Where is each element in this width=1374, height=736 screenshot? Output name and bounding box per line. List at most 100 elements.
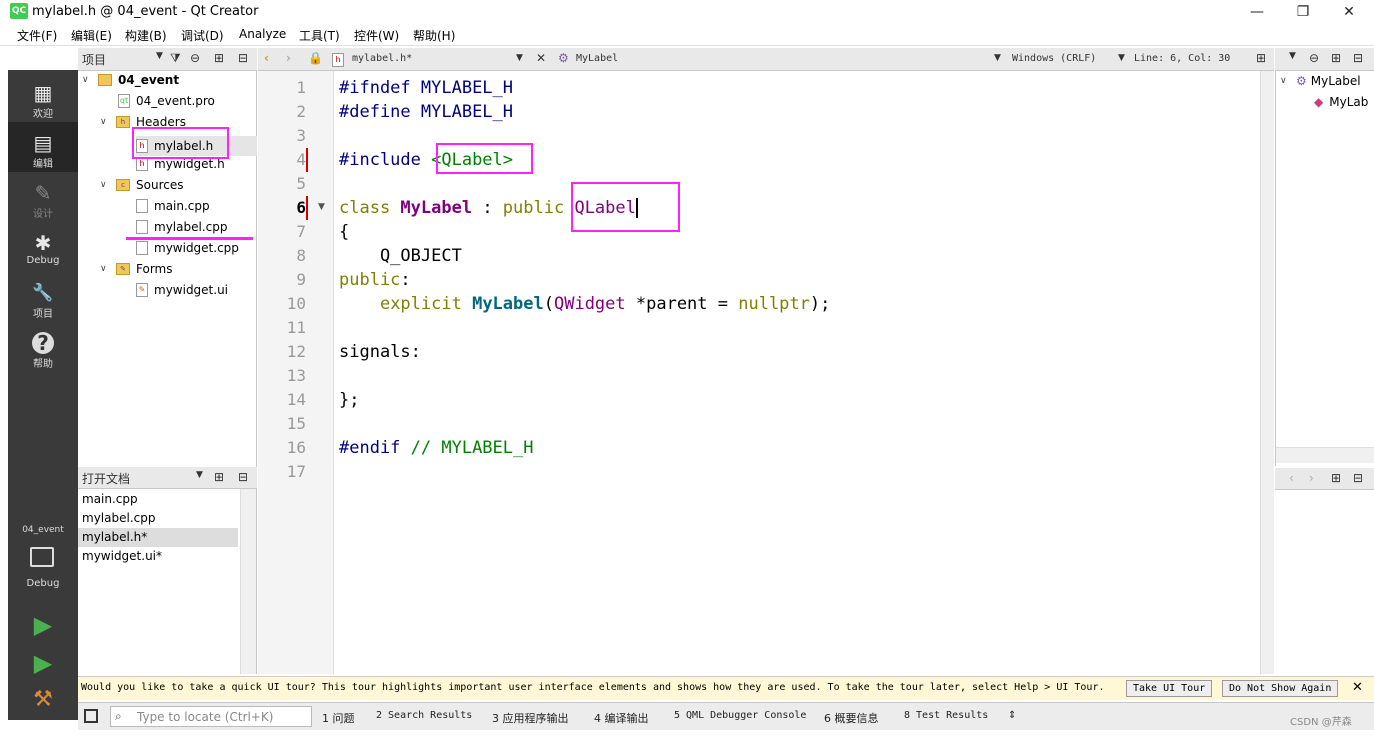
monitor-icon[interactable] — [30, 547, 54, 567]
split-icon[interactable]: ⊞ — [214, 470, 224, 484]
cursor-position[interactable]: Line: 6, Col: 30 — [1134, 53, 1230, 64]
run-icon[interactable]: ▶ — [28, 610, 58, 640]
split-icon[interactable]: ⊞ — [1331, 471, 1341, 485]
project-panel-title[interactable]: 项目 — [82, 51, 106, 68]
list-item[interactable]: mylabel.h* — [78, 528, 238, 547]
dropdown-arrow-icon[interactable]: ▼ — [1289, 51, 1296, 61]
close-panel-icon[interactable]: ⊟ — [238, 51, 248, 65]
current-file-label[interactable]: mylabel.h* — [352, 53, 412, 64]
sidebar-toggle-icon[interactable] — [84, 709, 98, 723]
maximize-button[interactable]: ❐ — [1280, 0, 1326, 23]
open-docs-title[interactable]: 打开文档 — [82, 470, 130, 487]
title-bar: QC mylabel.h @ 04_event - Qt Creator — ❐… — [0, 0, 1374, 23]
list-item[interactable]: mywidget.ui* — [78, 547, 238, 566]
split-icon[interactable]: ⊞ — [1256, 51, 1266, 65]
tree-item-pro[interactable]: qt 04_event.pro — [118, 94, 215, 108]
mode-debug[interactable]: ✱ Debug — [8, 222, 78, 272]
menu-controls[interactable]: 控件(W) — [354, 27, 399, 44]
tab-compile-output[interactable]: 4 编译输出 — [594, 710, 649, 726]
close-icon[interactable]: ✕ — [1352, 680, 1363, 695]
tab-general-messages[interactable]: 6 概要信息 — [824, 710, 879, 726]
close-panel-icon[interactable]: ⊟ — [238, 470, 248, 484]
project-panel-toolbar: 项目 ▼ ⧩ ⊖ ⊞ ⊟ — [78, 48, 257, 71]
menu-analyze[interactable]: Analyze — [239, 27, 286, 41]
back-arrow-icon[interactable]: ‹ — [1289, 471, 1294, 485]
tour-message: Would you like to take a quick UI tour? … — [81, 682, 1105, 693]
cpp-file-icon — [136, 220, 148, 234]
code-line: #ifndef MYLABEL_H — [339, 78, 514, 98]
mode-edit[interactable]: ▤ 编辑 — [8, 122, 78, 172]
mode-design[interactable]: ✎ 设计 — [8, 172, 78, 222]
link-icon[interactable]: ⊖ — [190, 51, 200, 65]
menu-tools[interactable]: 工具(T) — [299, 27, 340, 44]
list-item[interactable]: mylabel.cpp — [78, 509, 238, 528]
mode-help[interactable]: ? 帮助 — [8, 322, 78, 372]
tab-qml-console[interactable]: 5 QML Debugger Console — [674, 710, 806, 721]
symbol-selector[interactable]: MyLabel — [576, 53, 618, 64]
back-arrow-icon[interactable]: ‹ — [264, 51, 269, 65]
tree-folder-sources[interactable]: ∨ c Sources — [100, 178, 183, 192]
take-ui-tour-button[interactable]: Take UI Tour — [1126, 680, 1213, 697]
tab-app-output[interactable]: 3 应用程序输出 — [492, 710, 569, 726]
tree-item-mylabel-cpp[interactable]: mylabel.cpp — [136, 220, 227, 234]
tab-issues[interactable]: 1 问题 — [322, 710, 355, 726]
dropdown-arrow-icon[interactable]: ▼ — [156, 51, 163, 61]
menu-debug[interactable]: 调试(D) — [181, 27, 224, 44]
outline-label: MyLabel — [1310, 74, 1361, 88]
tree-folder-forms[interactable]: ∨ ✎ Forms — [100, 262, 172, 276]
menu-build[interactable]: 构建(B) — [125, 27, 167, 44]
scrollbar[interactable] — [240, 489, 256, 674]
list-item[interactable]: main.cpp — [78, 490, 238, 509]
line-number: 5 — [296, 174, 306, 193]
build-hammer-icon[interactable]: ⚒ — [28, 684, 58, 714]
tree-node-label: Sources — [136, 178, 184, 192]
locator-input[interactable]: ⌕ Type to locate (Ctrl+K) — [110, 706, 312, 727]
menu-edit[interactable]: 编辑(E) — [71, 27, 112, 44]
do-not-show-again-button[interactable]: Do Not Show Again — [1222, 680, 1339, 697]
debug-run-icon[interactable]: ▶ — [28, 648, 58, 678]
dropdown-arrow-icon[interactable]: ▼ — [994, 53, 1001, 63]
more-tabs-icon[interactable]: ⇕ — [1008, 710, 1016, 721]
split-icon[interactable]: ⊞ — [214, 51, 224, 65]
line-number: 6 — [296, 198, 306, 217]
grid-icon: ▦ — [33, 81, 53, 105]
tree-item-mywidget-ui[interactable]: ✎ mywidget.ui — [136, 283, 228, 297]
fold-arrow-icon[interactable]: ▼ — [318, 202, 325, 212]
dropdown-arrow-icon[interactable]: ▼ — [516, 53, 523, 63]
forward-arrow-icon[interactable]: › — [1309, 471, 1314, 485]
close-button[interactable]: ✕ — [1326, 0, 1372, 23]
mode-projects[interactable]: 🔧 项目 — [8, 272, 78, 322]
line-number: 16 — [286, 438, 306, 457]
line-number: 13 — [286, 366, 306, 385]
editor-scrollbar[interactable] — [1260, 71, 1274, 674]
tab-test-results[interactable]: 8 Test Results — [904, 710, 988, 721]
line-number: 17 — [286, 462, 306, 481]
forward-arrow-icon[interactable]: › — [286, 51, 291, 65]
menu-help[interactable]: 帮助(H) — [413, 27, 455, 44]
minimize-button[interactable]: — — [1234, 0, 1280, 23]
tree-item-main-cpp[interactable]: main.cpp — [136, 199, 210, 213]
tree-project-root[interactable]: ∨ 04_event — [82, 73, 179, 87]
outline-scrollbar[interactable] — [1276, 447, 1374, 463]
dropdown-arrow-icon[interactable]: ▼ — [1118, 53, 1125, 63]
lock-icon[interactable]: 🔒 — [308, 51, 323, 65]
line-ending-selector[interactable]: Windows (CRLF) — [1012, 53, 1096, 64]
tab-search-results[interactable]: 2 Search Results — [376, 710, 472, 721]
close-panel-icon[interactable]: ⊟ — [1353, 51, 1363, 65]
dropdown-arrow-icon[interactable]: ▼ — [196, 470, 203, 480]
mode-welcome[interactable]: ▦ 欢迎 — [8, 72, 78, 122]
close-panel-icon[interactable]: ⊟ — [1353, 471, 1363, 485]
filter-icon[interactable]: ⧩ — [170, 51, 181, 66]
highlight-box — [132, 127, 229, 159]
project-folder-icon — [98, 74, 112, 86]
link-icon[interactable]: ⊖ — [1309, 51, 1319, 65]
tree-node-label: Forms — [136, 262, 173, 276]
outline-child[interactable]: ◆ MyLab — [1314, 95, 1368, 109]
tree-item-mywidget-h[interactable]: h mywidget.h — [136, 157, 225, 171]
close-file-icon[interactable]: ✕ — [536, 51, 546, 65]
open-docs-list: main.cpp mylabel.cpp mylabel.h* mywidget… — [78, 489, 257, 674]
tree-item-mywidget-cpp[interactable]: mywidget.cpp — [136, 241, 239, 255]
menu-file[interactable]: 文件(F) — [17, 27, 57, 44]
outline-root[interactable]: ∨ ⚙ MyLabel — [1280, 74, 1361, 88]
split-icon[interactable]: ⊞ — [1331, 51, 1341, 65]
